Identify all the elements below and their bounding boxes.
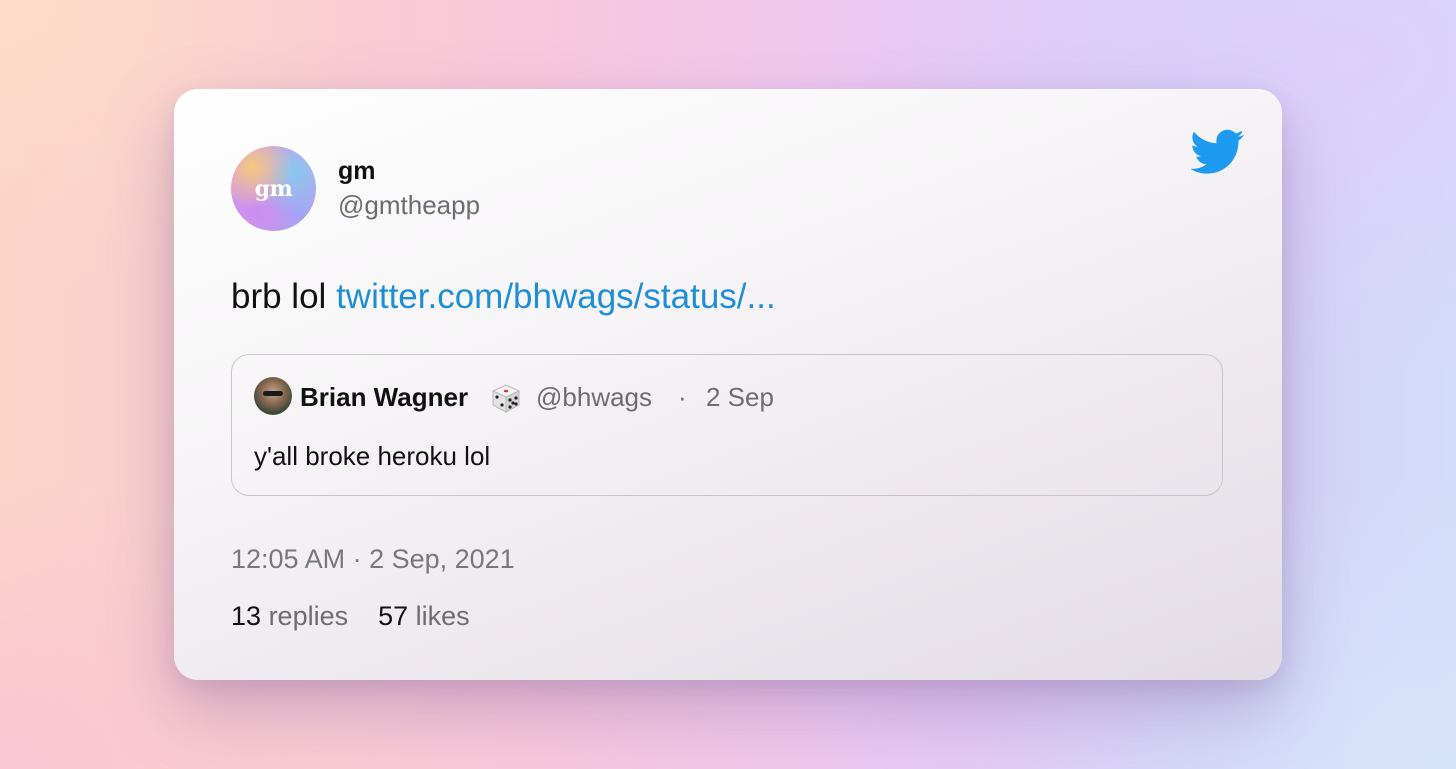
tweet-stats: 13 replies 57 likes <box>231 601 470 632</box>
avatar-logo-text: gm <box>254 175 293 202</box>
tweet-link[interactable]: twitter.com/bhwags/status/... <box>336 277 776 316</box>
quote-date[interactable]: 2 Sep <box>706 382 774 413</box>
dice-icon <box>491 384 521 413</box>
tweet-timestamp[interactable]: 12:05 AM · 2 Sep, 2021 <box>231 544 515 575</box>
likes-label: likes <box>415 601 470 631</box>
tweet-body: brb lol twitter.com/bhwags/status/... <box>231 277 776 317</box>
quote-author-handle[interactable]: @bhwags <box>536 382 652 413</box>
quote-separator: · <box>678 382 687 412</box>
quote-author-avatar[interactable] <box>254 377 292 415</box>
replies-stat[interactable]: 13 replies <box>231 601 348 632</box>
replies-label: replies <box>268 601 349 631</box>
likes-stat[interactable]: 57 likes <box>378 601 470 632</box>
quoted-tweet[interactable]: Brian Wagner @bhwags · 2 Sep y'all broke… <box>231 354 1223 496</box>
replies-count: 13 <box>231 601 262 631</box>
twitter-bird-icon[interactable] <box>1191 129 1245 175</box>
likes-count: 57 <box>378 601 409 631</box>
quote-author-name[interactable]: Brian Wagner <box>300 382 468 413</box>
author-handle[interactable]: @gmtheapp <box>338 190 480 221</box>
avatar-glasses-shape <box>263 391 283 396</box>
tweet-text: brb lol <box>231 277 327 316</box>
tweet-card: gm gm @gmtheapp brb lol twitter.com/bhwa… <box>174 89 1282 680</box>
quote-text: y'all broke heroku lol <box>254 441 491 471</box>
author-avatar[interactable]: gm <box>231 146 316 231</box>
author-display-name[interactable]: gm <box>338 157 376 186</box>
